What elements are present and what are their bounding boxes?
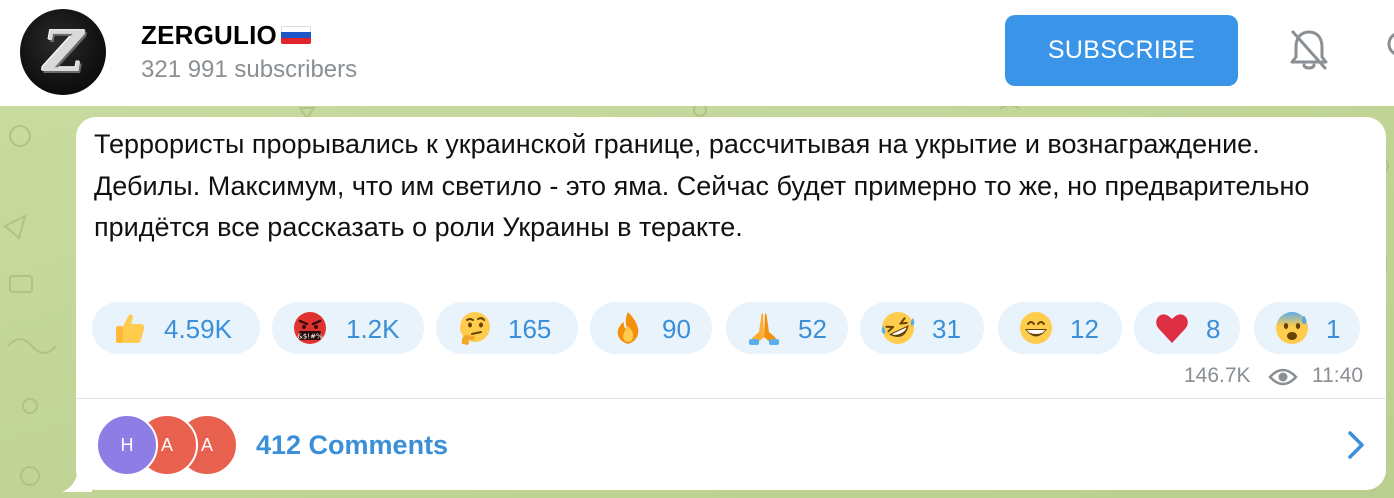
- thinking-face-icon: [460, 312, 490, 345]
- reaction-count: 1.2K: [346, 314, 400, 344]
- grinning-face-icon: [1020, 312, 1052, 344]
- russia-flag-icon: [280, 26, 311, 44]
- reaction-thinking[interactable]: 165: [436, 302, 578, 354]
- search-icon[interactable]: [1384, 30, 1394, 64]
- rolling-on-the-floor-laughing-icon: [881, 312, 915, 344]
- chevron-right-icon[interactable]: [1344, 430, 1368, 460]
- commenter-avatar: Н: [96, 414, 158, 476]
- avatar-letter: А: [200, 434, 213, 455]
- svg-text:&$!#%: &$!#%: [297, 333, 323, 341]
- reaction-face-with-symbols[interactable]: &$!#% 1.2K: [272, 302, 424, 354]
- channel-name[interactable]: ZERGULIO: [141, 20, 311, 50]
- reaction-count: 165: [508, 314, 552, 344]
- thumbs-up-icon: [116, 314, 145, 343]
- reaction-count: 8: [1206, 314, 1221, 344]
- anxious-face-with-sweat-icon: [1276, 312, 1308, 344]
- avatar-letter: А: [160, 434, 173, 455]
- reaction-anxious[interactable]: 1: [1254, 302, 1360, 354]
- channel-name-text: ZERGULIO: [141, 19, 277, 50]
- message-text: Террористы прорывались к украинской гран…: [94, 129, 1310, 242]
- subscriber-count: 321 991 subscribers: [141, 56, 358, 83]
- fire-icon: [617, 312, 639, 344]
- message-time: 11:40: [1312, 364, 1363, 387]
- reaction-count: 31: [932, 314, 961, 344]
- bell-off-icon[interactable]: [1287, 26, 1331, 74]
- avatar-letter: Z: [36, 19, 90, 85]
- reaction-grinning[interactable]: 12: [998, 302, 1122, 354]
- comments-link[interactable]: 412 Comments: [256, 430, 448, 461]
- reaction-fire[interactable]: 90: [590, 302, 712, 354]
- reaction-count: 52: [798, 314, 827, 344]
- subscribe-button[interactable]: SUBSCRIBE: [1005, 15, 1238, 86]
- reactions-bar: 4.59K &$!#% 1.2K 165 90 52 31 12 8 1: [92, 302, 1372, 354]
- comments-divider: [76, 398, 1386, 399]
- avatar-letter: Н: [120, 434, 134, 455]
- reaction-rofl[interactable]: 31: [860, 302, 984, 354]
- red-heart-icon: [1156, 314, 1188, 343]
- eye-icon: [1268, 368, 1298, 386]
- reaction-count: 1: [1326, 314, 1341, 344]
- reaction-count: 4.59K: [164, 314, 232, 344]
- view-count: 146.7K: [1184, 364, 1251, 387]
- reaction-count: 90: [662, 314, 691, 344]
- face-with-symbols-on-mouth-icon: &$!#%: [294, 312, 326, 344]
- commenter-avatars[interactable]: А А Н: [96, 414, 238, 476]
- reaction-folded-hands[interactable]: 52: [726, 302, 848, 354]
- reaction-heart[interactable]: 8: [1134, 302, 1240, 354]
- channel-avatar[interactable]: Z: [20, 9, 106, 95]
- folded-hands-icon: [749, 313, 779, 345]
- reaction-count: 12: [1070, 314, 1099, 344]
- reaction-thumbs-up[interactable]: 4.59K: [92, 302, 260, 354]
- channel-header: Z ZERGULIO 321 991 subscribers SUBSCRIBE: [0, 0, 1394, 106]
